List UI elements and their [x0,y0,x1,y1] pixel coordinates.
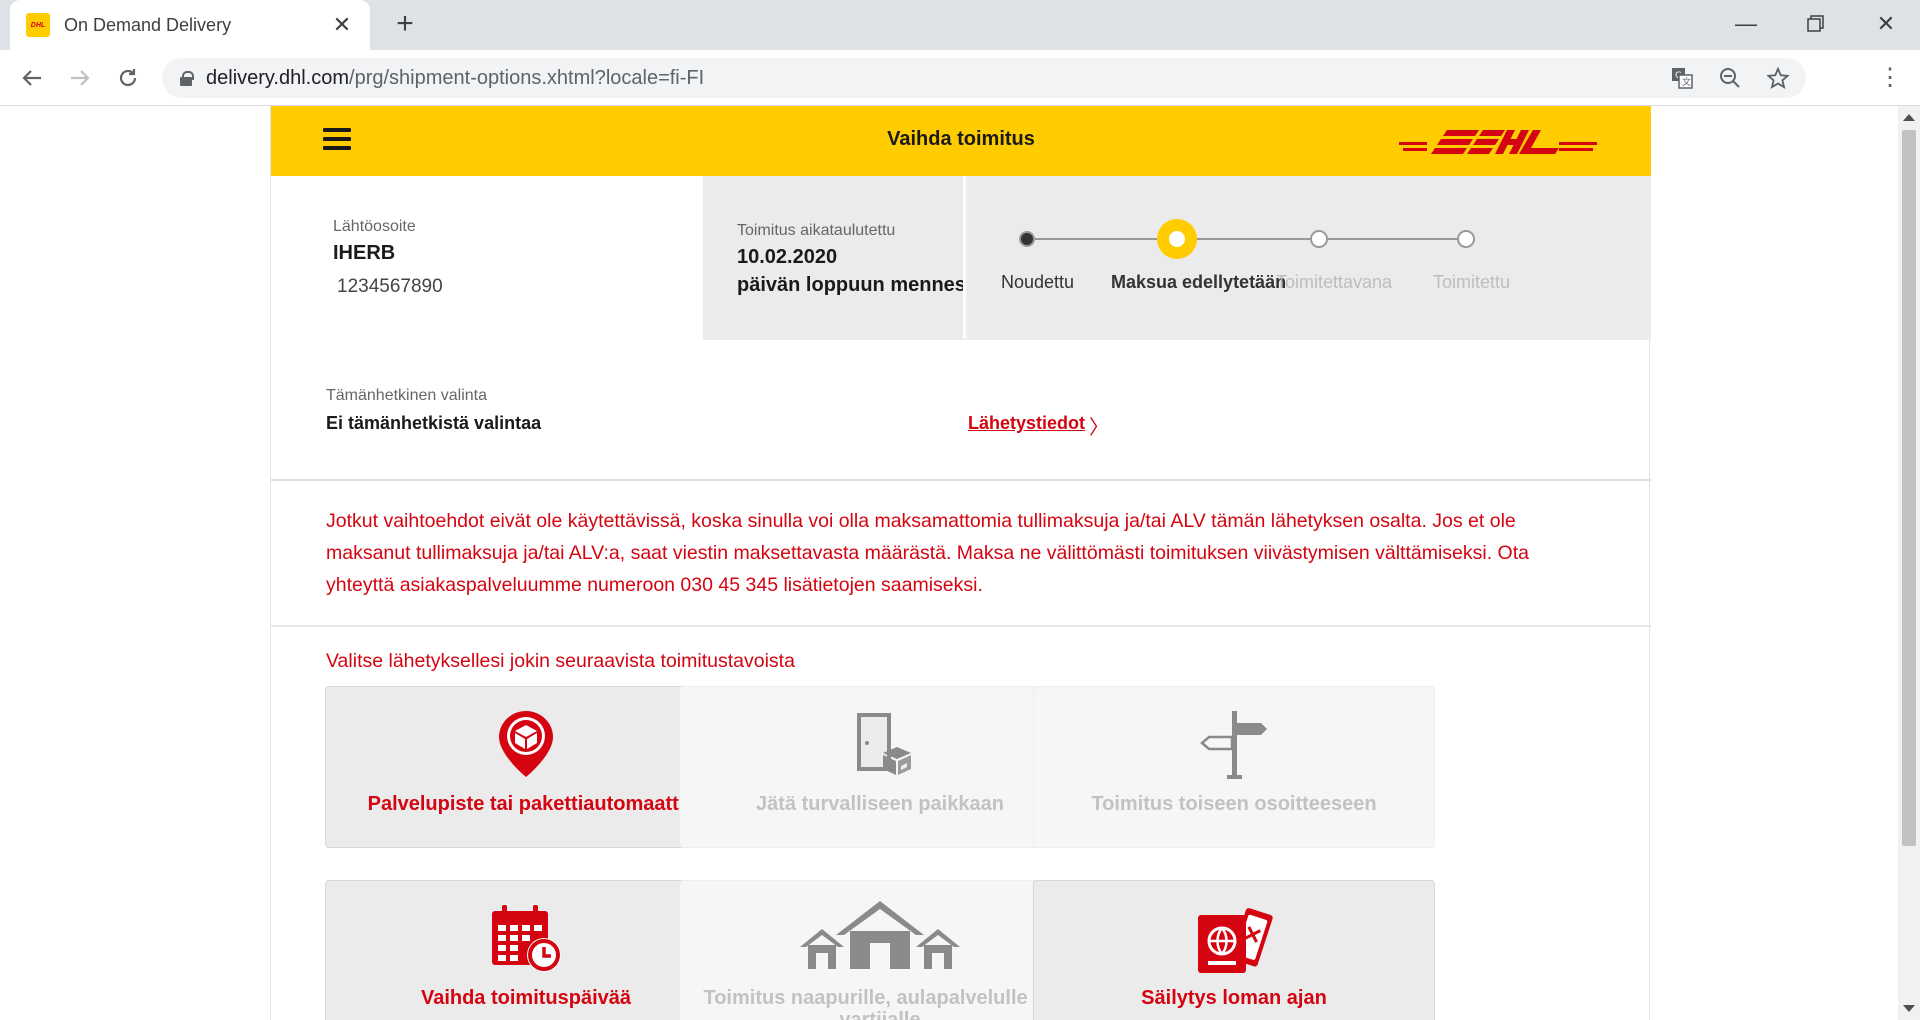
page-container: Vaihda toimitus Lähtöosoite IHERB 123456… [270,106,1651,1020]
menu-dots-icon[interactable]: ⋮ [1878,62,1902,94]
step-dot-done [1019,231,1035,247]
reload-icon[interactable] [112,62,144,94]
browser-tab[interactable]: DHL On Demand Delivery ✕ [10,0,370,50]
location-pin-package-icon [499,711,553,777]
current-selection: Tämänhetkinen valinta Ei tämänhetkistä v… [271,341,1651,481]
page-viewport: Vaihda toimitus Lähtöosoite IHERB 123456… [0,106,1898,1020]
option-change-date[interactable]: Vaihda toimituspäivää [325,880,727,1020]
url-text[interactable]: delivery.dhl.com/prg/shipment-options.xh… [206,67,704,90]
option-label: Jätä turvalliseen paikkaan [756,793,1004,815]
door-package-icon [857,713,911,775]
sender-panel: Lähtöosoite IHERB 1234567890 [271,176,703,340]
option-label: Palvelupiste tai pakettiautomaatti [367,793,685,815]
scroll-thumb[interactable] [1902,130,1916,846]
step-dot-future [1310,230,1328,248]
shipment-info-row: Lähtöosoite IHERB 1234567890 Toimitus ai… [271,176,1651,340]
step-label-payment-required: Maksua edellytetään [1111,272,1287,292]
schedule-date: 10.02.2020 [737,246,838,268]
minimize-icon[interactable]: — [1726,6,1766,42]
restore-icon[interactable] [1796,6,1836,42]
progress-track [1027,238,1467,240]
window-close-icon[interactable]: ✕ [1866,6,1906,42]
dhl-header: Vaihda toimitus [271,106,1651,176]
schedule-label: Toimitus aikataulutettu [737,222,896,239]
step-label-picked-up: Noudettu [1001,272,1075,292]
options-title: Valitse lähetyksellesi jokin seuraavista… [326,650,795,672]
tab-close-icon[interactable]: ✕ [330,13,354,37]
calendar-clock-icon [492,905,561,972]
step-dot-current [1157,219,1197,259]
step-label-in-delivery: Toimitettavana [1276,272,1393,292]
tracking-number: 1234567890 [337,276,443,297]
chevron-right-icon[interactable]: 〉 [1089,411,1109,440]
option-label: Toimitus naapurille, aulapalvelulle tai … [703,987,1057,1020]
houses-icon [800,901,960,969]
back-icon[interactable] [16,62,48,94]
translate-icon[interactable]: G文 [1668,64,1696,92]
option-holiday-hold[interactable]: Säilytys loman ajan [1033,880,1435,1020]
sender-name: IHERB [333,242,396,264]
step-label-delivered: Toimitettu [1433,272,1511,292]
page-scrollbar[interactable] [1898,106,1920,1020]
zoom-out-icon[interactable] [1716,64,1744,92]
option-label: Vaihda toimituspäivää [420,987,632,1009]
dhl-logo[interactable] [1399,124,1597,158]
option-other-address: Toimitus toiseen osoitteeseen [1033,686,1435,848]
option-label: Säilytys loman ajan [1141,987,1327,1009]
passport-ticket-icon [1198,908,1273,973]
browser-tab-bar: DHL On Demand Delivery ✕ + — ✕ [0,0,1920,50]
browser-toolbar: delivery.dhl.com/prg/shipment-options.xh… [0,50,1920,106]
dhl-favicon-icon: DHL [26,13,50,37]
schedule-panel: Toimitus aikataulutettu 10.02.2020 päivä… [703,176,963,340]
signpost-icon [1200,711,1267,779]
scroll-up-icon[interactable] [1903,114,1915,121]
step-dot-future [1457,230,1475,248]
scroll-down-icon[interactable] [1903,1005,1915,1012]
address-bar[interactable]: delivery.dhl.com/prg/shipment-options.xh… [162,58,1806,98]
new-tab-button[interactable]: + [390,9,420,40]
schedule-time: päivän loppuun mennessä [737,274,963,296]
lock-icon[interactable] [180,71,194,86]
option-label: Toimitus toiseen osoitteeseen [1091,793,1377,815]
tab-title: On Demand Delivery [64,14,232,35]
option-neighbour: Toimitus naapurille, aulapalvelulle tai … [679,880,1081,1020]
selection-value: Ei tämänhetkistä valintaa [326,413,542,433]
customs-warning: Jotkut vaihtoehdot eivät ole käytettävis… [271,483,1651,627]
warning-text: Jotkut vaihtoehdot eivät ole käytettävis… [326,510,1529,596]
forward-icon[interactable] [64,62,96,94]
delivery-progress: Noudettu Maksua edellytetään Toimitettav… [965,176,1651,340]
shipment-details-link[interactable]: Lähetystiedot [968,413,1085,434]
option-safe-place: Jätä turvalliseen paikkaan [679,686,1081,848]
sender-label: Lähtöosoite [333,218,416,235]
selection-label: Tämänhetkinen valinta [326,387,487,404]
star-icon[interactable] [1764,64,1792,92]
svg-text:文: 文 [1682,76,1691,88]
option-service-point[interactable]: Palvelupiste tai pakettiautomaatti [325,686,727,848]
